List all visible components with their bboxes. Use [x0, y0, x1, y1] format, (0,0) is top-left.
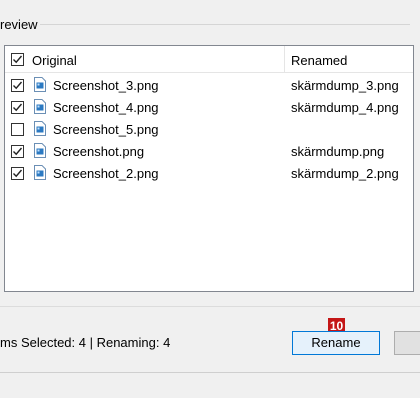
renamed-filename: skärmdump_4.png — [291, 100, 399, 115]
list-item[interactable]: Screenshot_4.png skärmdump_4.png — [5, 96, 413, 118]
original-filename: Screenshot_2.png — [53, 166, 159, 181]
original-filename: Screenshot.png — [53, 144, 145, 159]
list-item[interactable]: Screenshot_3.png skärmdump_3.png — [5, 74, 413, 96]
row-checkbox[interactable] — [11, 79, 24, 92]
preview-group-title: review — [0, 17, 40, 32]
secondary-button[interactable] — [394, 331, 420, 355]
list-item[interactable]: Screenshot.png skärmdump.png — [5, 140, 413, 162]
image-file-icon — [34, 165, 46, 180]
column-header-renamed[interactable]: Renamed — [291, 53, 347, 68]
original-filename: Screenshot_3.png — [53, 78, 159, 93]
row-checkbox[interactable] — [11, 145, 24, 158]
renamed-filename: skärmdump_2.png — [291, 166, 399, 181]
row-checkbox[interactable] — [11, 101, 24, 114]
original-filename: Screenshot_5.png — [53, 122, 159, 137]
list-header: Original Renamed — [5, 46, 413, 73]
image-file-icon — [34, 143, 46, 158]
status-text: ms Selected: 4 | Renaming: 4 — [0, 335, 171, 350]
group-divider — [40, 24, 410, 25]
checkmark-icon — [13, 103, 23, 112]
original-filename: Screenshot_4.png — [53, 100, 159, 115]
column-separator[interactable] — [284, 46, 285, 72]
column-header-original[interactable]: Original — [32, 53, 77, 68]
renamed-filename: skärmdump_3.png — [291, 78, 399, 93]
select-all-checkbox[interactable] — [11, 53, 24, 66]
list-item[interactable]: Screenshot_5.png — [5, 118, 413, 140]
row-checkbox[interactable] — [11, 123, 24, 136]
preview-list[interactable]: Original Renamed Screenshot_3.png skärmdu… — [4, 45, 414, 292]
rename-button[interactable]: Rename — [292, 331, 380, 355]
checkmark-icon — [13, 147, 23, 156]
image-file-icon — [34, 99, 46, 114]
checkmark-icon — [13, 81, 23, 90]
row-checkbox[interactable] — [11, 167, 24, 180]
renamed-filename: skärmdump.png — [291, 144, 385, 159]
checkmark-icon — [13, 55, 23, 64]
bottom-strip — [0, 372, 420, 398]
image-file-icon — [34, 77, 46, 92]
image-file-icon — [34, 121, 46, 136]
checkmark-icon — [13, 169, 23, 178]
list-item[interactable]: Screenshot_2.png skärmdump_2.png — [5, 162, 413, 184]
